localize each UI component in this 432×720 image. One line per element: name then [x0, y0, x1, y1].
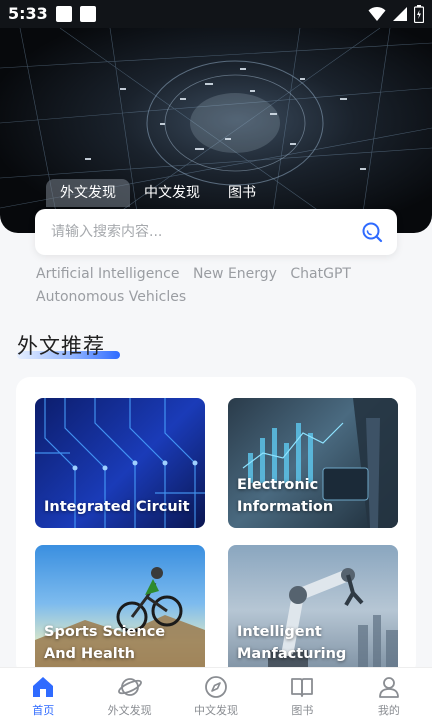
home-icon [33, 677, 54, 697]
hot-tag[interactable]: ChatGPT [290, 266, 351, 282]
battery-icon [414, 5, 424, 23]
card-intelligent-manufacturing[interactable]: Intelligent Manfacturing [228, 545, 398, 675]
compass-icon [205, 676, 227, 698]
card-label: Sports Science And Health [44, 624, 166, 662]
nav-label: 首页 [32, 704, 55, 717]
nav-label: 中文发现 [194, 704, 239, 717]
planet-icon [117, 678, 142, 696]
card-label: Integrated Circuit [44, 499, 190, 515]
wifi-icon [368, 6, 386, 21]
tab-books[interactable]: 图书 [214, 179, 270, 207]
nav-label: 外文发现 [107, 704, 152, 717]
card-label: Electronic Information [237, 477, 334, 515]
hot-tag[interactable]: Artificial Intelligence [36, 266, 180, 282]
nav-home[interactable]: 首页 [0, 668, 86, 720]
nav-books[interactable]: 图书 [259, 668, 345, 720]
hot-tag[interactable]: New Energy [193, 266, 277, 282]
nav-label: 我的 [377, 704, 400, 717]
tab-chinese-discovery[interactable]: 中文发现 [130, 179, 214, 207]
card-integrated-circuit[interactable]: Integrated Circuit [35, 398, 205, 528]
section-title: 外文推荐 [17, 334, 105, 358]
signal-icon [393, 7, 407, 21]
card-electronic-information[interactable]: Electronic Information [228, 398, 398, 528]
notification-icon [56, 6, 72, 22]
tab-foreign-discovery[interactable]: 外文发现 [46, 179, 130, 207]
discovery-tabs: 外文发现 中文发现 图书 [46, 179, 270, 207]
user-icon [378, 677, 399, 698]
nav-profile[interactable]: 我的 [346, 668, 432, 720]
nav-foreign-discovery[interactable]: 外文发现 [86, 668, 172, 720]
search-input[interactable] [51, 209, 351, 255]
card-label: Intelligent Manfacturing [237, 624, 347, 662]
recommend-panel: Integrated Circuit Electronic Informatio… [16, 377, 416, 677]
hot-tag[interactable]: Autonomous Vehicles [36, 289, 186, 305]
book-icon [291, 678, 314, 697]
search-bar [35, 209, 397, 255]
search-icon[interactable] [361, 221, 383, 243]
notification-icon [80, 6, 96, 22]
status-time: 5:33 [8, 4, 48, 23]
nav-chinese-discovery[interactable]: 中文发现 [173, 668, 259, 720]
hot-tags: Artificial Intelligence New Energy ChatG… [36, 263, 386, 309]
card-sports-science-health[interactable]: Sports Science And Health [35, 545, 205, 675]
status-bar: 5:33 [0, 0, 432, 28]
bottom-nav: 首页 外文发现 中文发现 图书 我的 [0, 667, 432, 720]
nav-label: 图书 [291, 704, 314, 717]
